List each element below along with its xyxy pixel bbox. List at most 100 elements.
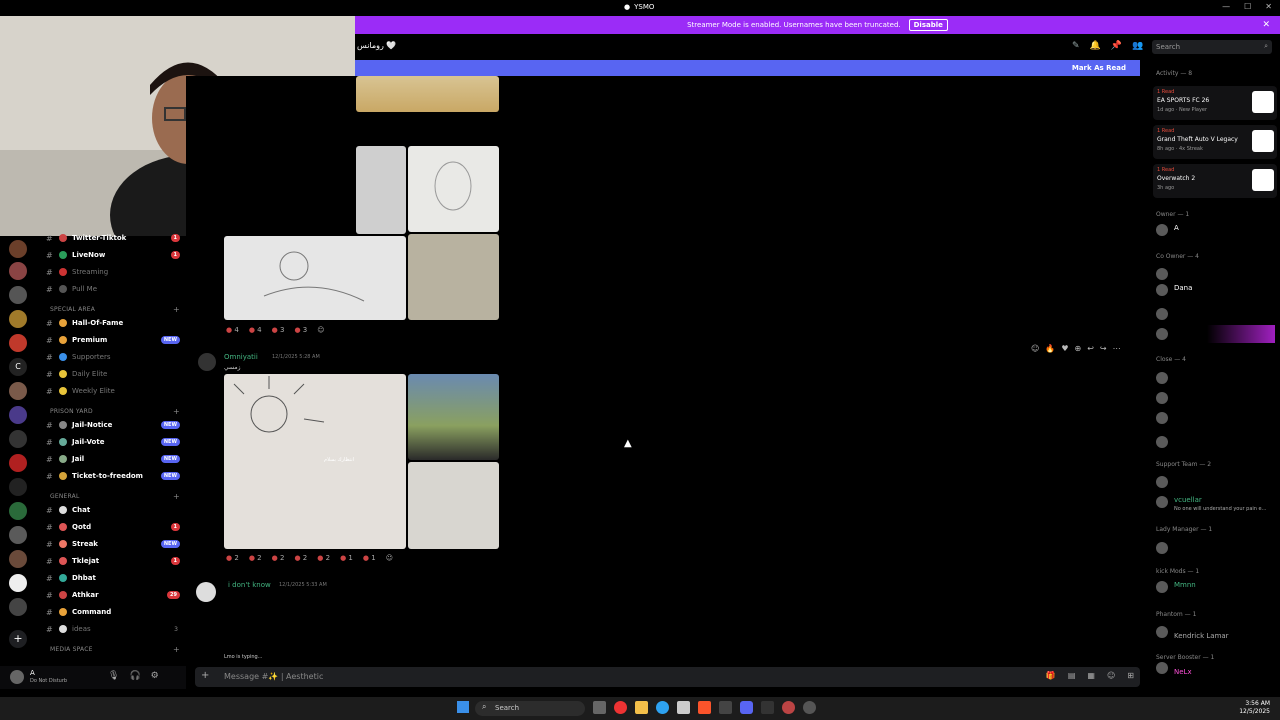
channel-item[interactable]: # Jail NEW <box>36 453 186 468</box>
message-image[interactable] <box>408 234 499 320</box>
gear-icon[interactable]: ⚙ <box>151 671 159 681</box>
channel-item[interactable]: # Jail-Notice NEW <box>36 419 186 434</box>
channel-item[interactable]: # Jail-Vote NEW <box>36 436 186 451</box>
new-messages-bar[interactable]: Mark As Read <box>355 60 1140 76</box>
message-image[interactable] <box>224 236 406 320</box>
reaction-pill[interactable]: ● 3 <box>294 326 307 338</box>
channel-category[interactable]: PRISON YARD + <box>50 407 180 416</box>
channel-category[interactable]: SPECIAL AREA + <box>50 305 180 314</box>
add-channel-icon[interactable]: + <box>173 645 180 654</box>
clock[interactable]: 3:56 AM 12/5/2025 <box>1239 700 1270 716</box>
server-icon[interactable] <box>9 502 27 520</box>
add-reaction-icon[interactable]: ☺ <box>317 326 324 338</box>
message-image[interactable]: انتظارك بسلام <box>224 374 406 549</box>
channel-item[interactable]: # Command <box>36 606 186 621</box>
server-icon[interactable] <box>9 310 27 328</box>
close-button[interactable]: ✕ <box>1265 2 1272 11</box>
avatar[interactable] <box>196 582 216 602</box>
channel-item[interactable]: # Hall-Of-Fame <box>36 317 186 332</box>
reaction-pill[interactable]: ● 2 <box>249 554 262 566</box>
app-icon[interactable] <box>719 701 732 714</box>
channel-item[interactable]: # Streaming <box>36 266 186 281</box>
forward-icon[interactable]: ↪ <box>1100 344 1107 353</box>
mark-as-read-button[interactable]: Mark As Read <box>1072 64 1126 72</box>
channel-item[interactable]: # Supporters <box>36 351 186 366</box>
sticker-icon[interactable]: ▦ <box>1087 671 1095 680</box>
channel-item[interactable]: # Daily Elite <box>36 368 186 383</box>
channel-item[interactable]: # ideas 3 <box>36 623 186 638</box>
server-icon[interactable] <box>9 430 27 448</box>
bell-icon[interactable]: 🔔 <box>1090 41 1101 51</box>
gif-icon[interactable]: ▤ <box>1068 671 1076 680</box>
avatar[interactable] <box>1156 308 1168 320</box>
heart-icon[interactable]: ♥ <box>1061 344 1068 353</box>
channel-item[interactable]: # Chat <box>36 504 186 519</box>
channel-item[interactable]: # Twitter-Tiktok 1 <box>36 232 186 247</box>
add-reaction-icon[interactable]: ⊕ <box>1074 344 1081 353</box>
reaction-pill[interactable]: ● 4 <box>249 326 262 338</box>
channel-item[interactable]: # LiveNow 1 <box>36 249 186 264</box>
message-author[interactable]: i don't know <box>228 581 271 589</box>
store-icon[interactable] <box>677 701 690 714</box>
avatar[interactable] <box>198 353 216 371</box>
channel-category[interactable]: GENERAL + <box>50 492 180 501</box>
avatar[interactable] <box>1156 436 1168 448</box>
add-channel-icon[interactable]: + <box>173 492 180 501</box>
server-icon[interactable] <box>9 574 27 592</box>
server-icon[interactable] <box>9 454 27 472</box>
edge-icon[interactable] <box>656 701 669 714</box>
channel-item[interactable]: # Qotd 1 <box>36 521 186 536</box>
avatar[interactable] <box>1156 542 1168 554</box>
member-item[interactable]: Kendrick Lamar <box>1156 630 1276 644</box>
chrome-icon[interactable] <box>614 701 627 714</box>
avatar[interactable] <box>1156 412 1168 424</box>
avatar[interactable] <box>1156 372 1168 384</box>
reaction-pill[interactable]: ● 2 <box>226 554 239 566</box>
reaction-pill[interactable]: ● 3 <box>272 326 285 338</box>
taskbar-search[interactable]: Search <box>475 701 585 716</box>
activity-card[interactable]: 1 Read Grand Theft Auto V Legacy 8h ago · … <box>1153 125 1277 159</box>
message-input[interactable]: + Message #✨ | Aesthetic 🎁 ▤ ▦ ☺ ⊞ <box>195 667 1140 687</box>
threads-icon[interactable]: ✎ <box>1072 41 1080 51</box>
channel-item[interactable]: # Ticket-to-freedom NEW <box>36 470 186 485</box>
headphones-icon[interactable]: 🎧 <box>129 671 140 681</box>
members-icon[interactable]: 👥 <box>1132 41 1143 51</box>
channel-item[interactable]: # Weekly Elite <box>36 385 186 400</box>
server-icon[interactable] <box>9 240 27 258</box>
server-icon[interactable] <box>9 262 27 280</box>
channel-item[interactable]: # Tklejat 1 <box>36 555 186 570</box>
message-image[interactable] <box>356 146 406 234</box>
apps-icon[interactable]: ⊞ <box>1127 671 1134 680</box>
channel-item[interactable]: # Pull Me <box>36 283 186 298</box>
server-icon[interactable] <box>9 526 27 544</box>
add-reaction-icon[interactable]: ☺ <box>386 554 393 566</box>
reaction-pill[interactable]: ● 2 <box>317 554 330 566</box>
server-icon[interactable] <box>9 478 27 496</box>
reaction-pill[interactable]: ● 4 <box>226 326 239 338</box>
channel-item[interactable]: # Streak NEW <box>36 538 186 553</box>
add-attachment-icon[interactable]: + <box>201 670 209 681</box>
message-image[interactable] <box>408 374 499 460</box>
brave-icon[interactable] <box>698 701 711 714</box>
avatar[interactable] <box>1156 328 1168 340</box>
channel-item[interactable]: # Athkar 29 <box>36 589 186 604</box>
member-item[interactable]: NeLx <box>1156 666 1276 680</box>
search-input[interactable]: Search ⌕ <box>1152 40 1272 54</box>
reaction-pill[interactable]: ● 1 <box>363 554 376 566</box>
activity-card[interactable]: 1 Read EA SPORTS FC 26 1d ago · New Player <box>1153 86 1277 120</box>
reaction-pill[interactable]: ● 2 <box>294 554 307 566</box>
fire-icon[interactable]: 🔥 <box>1045 344 1055 353</box>
emoji-icon[interactable]: ☺ <box>1107 671 1115 680</box>
discord-icon[interactable] <box>740 701 753 714</box>
avatar[interactable] <box>1156 392 1168 404</box>
channel-item[interactable]: # Premium NEW <box>36 334 186 349</box>
server-icon[interactable] <box>9 598 27 616</box>
avatar[interactable] <box>10 670 24 684</box>
app-icon[interactable] <box>782 701 795 714</box>
microphone-icon[interactable]: 🎙 <box>108 671 119 681</box>
disable-streamer-mode-button[interactable]: Disable <box>908 19 948 31</box>
server-icon[interactable] <box>9 382 27 400</box>
server-icon[interactable] <box>9 334 27 352</box>
maximize-button[interactable]: ☐ <box>1244 2 1251 11</box>
channel-category[interactable]: MEDIA SPACE + <box>50 645 180 654</box>
